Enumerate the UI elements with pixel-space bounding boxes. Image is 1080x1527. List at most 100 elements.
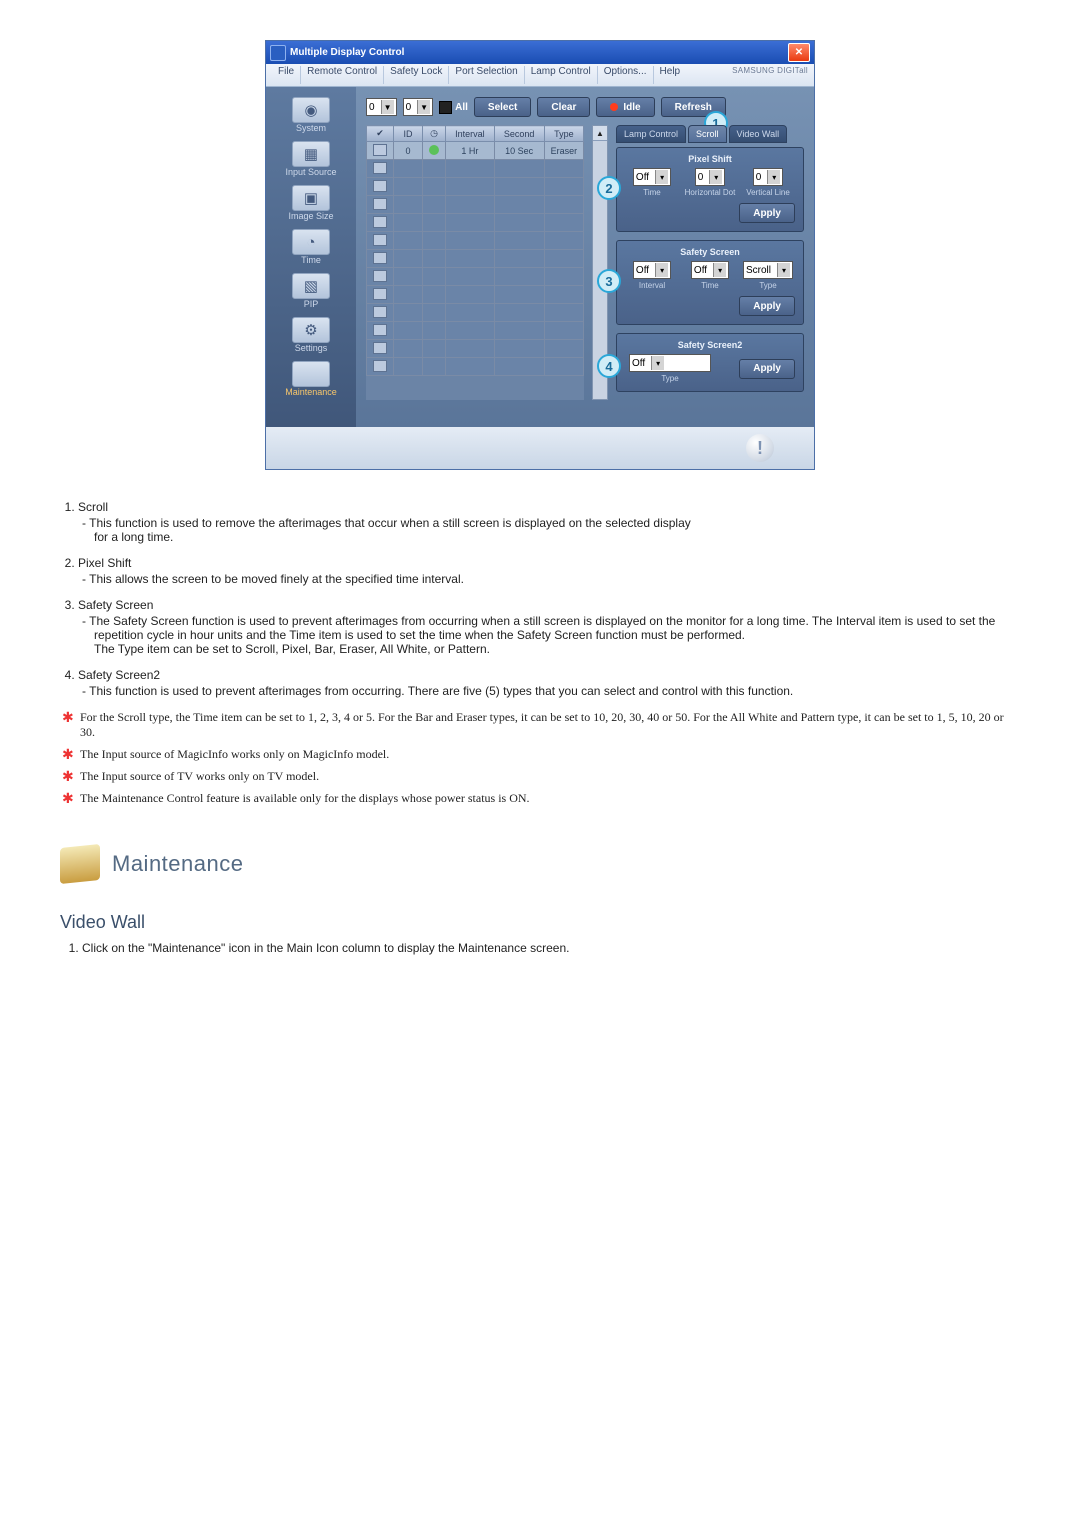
sidebar-item-system[interactable]: ◉System xyxy=(270,95,352,135)
checkbox-icon[interactable] xyxy=(373,324,387,336)
menu-lamp[interactable]: Lamp Control xyxy=(525,66,598,84)
lamp-status-icon xyxy=(429,145,439,155)
idle-button[interactable]: Idle xyxy=(596,97,654,117)
table-row[interactable] xyxy=(367,160,584,178)
table-row[interactable] xyxy=(367,178,584,196)
section-header: Maintenance xyxy=(60,846,1020,882)
checkbox-icon[interactable] xyxy=(373,180,387,192)
pip-icon: ▧ xyxy=(292,273,330,299)
safetyscreen2-apply-button[interactable]: Apply xyxy=(739,359,795,379)
menu-port[interactable]: Port Selection xyxy=(449,66,524,84)
sidebar-item-time[interactable]: ◔Time xyxy=(270,227,352,267)
checkbox-icon[interactable] xyxy=(373,234,387,246)
display-table: ✔ ID ◷ Interval Second Type 0 1 Hr xyxy=(366,125,584,400)
info-icon: ! xyxy=(746,434,774,462)
tab-scroll[interactable]: Scroll xyxy=(688,125,727,143)
safetyscreen-apply-button[interactable]: Apply xyxy=(739,296,795,316)
checkbox-icon[interactable] xyxy=(373,162,387,174)
menu-help[interactable]: Help xyxy=(654,66,687,84)
col-id: ID xyxy=(394,126,423,142)
status-bar: ! xyxy=(266,427,814,469)
checkbox-icon[interactable] xyxy=(373,342,387,354)
table-row[interactable] xyxy=(367,358,584,376)
chevron-down-icon: ▾ xyxy=(655,263,668,277)
pixelshift-hdot[interactable]: 0▾ xyxy=(695,168,726,186)
table-row[interactable] xyxy=(367,322,584,340)
checkbox-icon[interactable] xyxy=(373,198,387,210)
panel-title: Pixel Shift xyxy=(625,154,795,164)
settings-icon: ⚙ xyxy=(292,317,330,343)
checkbox-icon[interactable] xyxy=(373,144,387,156)
pixelshift-vline[interactable]: 0▾ xyxy=(753,168,784,186)
table-row[interactable] xyxy=(367,304,584,322)
checkbox-icon xyxy=(439,101,452,114)
chevron-down-icon: ▼ xyxy=(381,100,394,114)
chevron-down-icon: ▾ xyxy=(767,170,780,184)
safetyscreen2-type[interactable]: Off▾ xyxy=(629,354,711,372)
table-row[interactable] xyxy=(367,250,584,268)
tab-video-wall[interactable]: Video Wall xyxy=(729,125,788,143)
safetyscreen-time[interactable]: Off▾ xyxy=(691,261,729,279)
menu-remote[interactable]: Remote Control xyxy=(301,66,384,84)
sidebar-item-label: Settings xyxy=(295,343,328,353)
table-row[interactable] xyxy=(367,196,584,214)
table-row[interactable] xyxy=(367,268,584,286)
steps-list: Click on the "Maintenance" icon in the M… xyxy=(60,941,1020,955)
cell-interval: 1 Hr xyxy=(446,142,495,160)
cell-second: 10 Sec xyxy=(494,142,544,160)
table-row[interactable]: 0 1 Hr 10 Sec Eraser xyxy=(367,142,584,160)
callout-4: 4 xyxy=(597,354,621,378)
menu-bar: File Remote Control Safety Lock Port Sel… xyxy=(266,64,814,87)
sidebar-item-pip[interactable]: ▧PIP xyxy=(270,271,352,311)
maintenance-icon xyxy=(292,361,330,387)
safety-screen-panel: 3 Safety Screen Off▾Interval Off▾Time Sc… xyxy=(616,240,804,325)
step-item: Click on the "Maintenance" icon in the M… xyxy=(82,941,1020,955)
select-button[interactable]: Select xyxy=(474,97,531,117)
section-title: Maintenance xyxy=(112,851,243,877)
sidebar-item-label: Input Source xyxy=(285,167,336,177)
checkbox-icon[interactable] xyxy=(373,360,387,372)
table-row[interactable] xyxy=(367,340,584,358)
checkbox-icon[interactable] xyxy=(373,288,387,300)
sidebar-item-input-source[interactable]: ▦Input Source xyxy=(270,139,352,179)
checkbox-all[interactable]: All xyxy=(439,101,468,114)
checkbox-icon[interactable] xyxy=(373,270,387,282)
safetyscreen-interval[interactable]: Off▾ xyxy=(633,261,671,279)
table-row[interactable] xyxy=(367,214,584,232)
safetyscreen-type[interactable]: Scroll▾ xyxy=(743,261,793,279)
menu-safety[interactable]: Safety Lock xyxy=(384,66,449,84)
checkbox-label: All xyxy=(455,102,468,113)
sidebar-item-maintenance[interactable]: Maintenance xyxy=(270,359,352,399)
menu-file[interactable]: File xyxy=(272,66,301,84)
dropdown-2[interactable]: 0▼ xyxy=(403,98,434,116)
chevron-down-icon: ▾ xyxy=(655,170,668,184)
sidebar-item-label: Image Size xyxy=(288,211,333,221)
col-interval: Interval xyxy=(446,126,495,142)
image-size-icon: ▣ xyxy=(292,185,330,211)
clear-button[interactable]: Clear xyxy=(537,97,590,117)
star-note: For the Scroll type, the Time item can b… xyxy=(60,710,1020,740)
tab-lamp-control[interactable]: Lamp Control xyxy=(616,125,686,143)
subsection-title: Video Wall xyxy=(60,912,1020,933)
chevron-down-icon: ▼ xyxy=(417,100,430,114)
table-row[interactable] xyxy=(367,286,584,304)
menu-options[interactable]: Options... xyxy=(598,66,654,84)
close-icon[interactable]: ✕ xyxy=(788,43,810,62)
sidebar: ◉System ▦Input Source ▣Image Size ◔Time … xyxy=(266,87,356,427)
pixelshift-apply-button[interactable]: Apply xyxy=(739,203,795,223)
title-bar: Multiple Display Control ✕ xyxy=(266,41,814,64)
dropdown-value: 0 xyxy=(369,102,375,113)
input-source-icon: ▦ xyxy=(292,141,330,167)
sidebar-item-image-size[interactable]: ▣Image Size xyxy=(270,183,352,223)
app-icon xyxy=(270,45,286,61)
table-row[interactable] xyxy=(367,232,584,250)
scroll-up-icon[interactable]: ▲ xyxy=(593,126,607,141)
dropdown-1[interactable]: 0▼ xyxy=(366,98,397,116)
sidebar-item-label: System xyxy=(296,123,326,133)
pixelshift-time[interactable]: Off▾ xyxy=(633,168,671,186)
checkbox-icon[interactable] xyxy=(373,252,387,264)
note-scroll: Scroll This function is used to remove t… xyxy=(78,500,1020,544)
checkbox-icon[interactable] xyxy=(373,216,387,228)
checkbox-icon[interactable] xyxy=(373,306,387,318)
sidebar-item-settings[interactable]: ⚙Settings xyxy=(270,315,352,355)
